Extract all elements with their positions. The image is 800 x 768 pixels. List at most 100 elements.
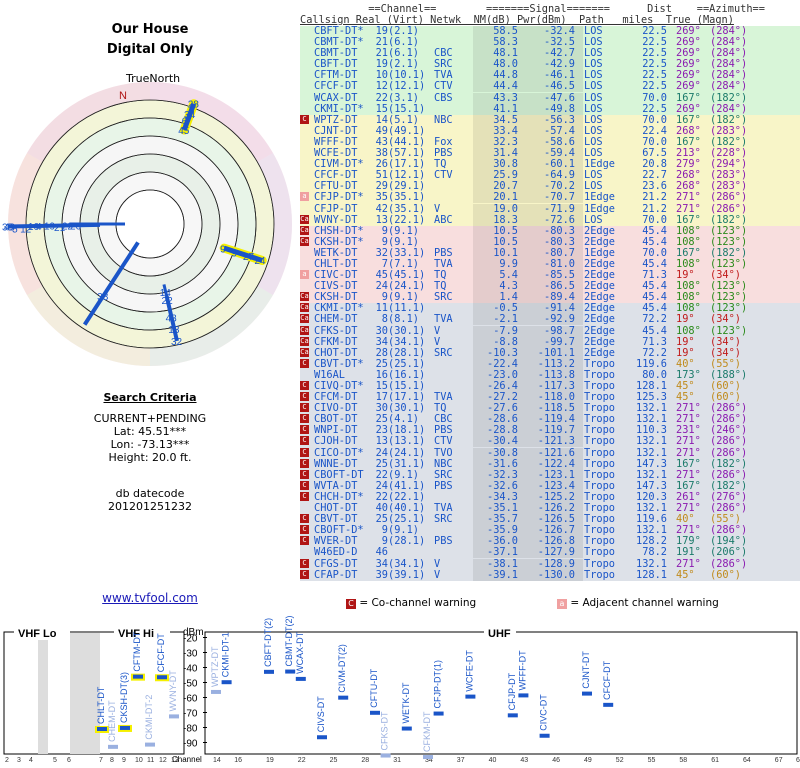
cell-virt: (34.1) <box>388 557 426 570</box>
cell-path: Tropo <box>584 568 615 581</box>
cell-nm: -30.4 <box>487 435 518 448</box>
radar-station-label: 5 <box>12 225 18 236</box>
cochannel-warning-icon: C <box>300 491 309 501</box>
bar-station-label: WCFE-DT <box>464 650 474 692</box>
cell-virt: (24.1) <box>388 446 426 459</box>
cochannel-warning-icon: C <box>346 599 356 609</box>
adjacent-warning-icon: a <box>557 599 567 609</box>
bar-station-label: CFJP-DT(1) <box>433 660 443 709</box>
cell-az: 271° <box>676 191 701 204</box>
cochannel-warning-icon: Ca <box>300 303 309 313</box>
cell-az: 167° <box>676 91 701 104</box>
cell-nm: -30.8 <box>487 446 518 459</box>
cell-call: CFKS-DT <box>314 324 358 337</box>
db-datecode-value: 201201251232 <box>108 500 192 513</box>
x-tick-label: 3 <box>17 757 21 764</box>
bar-station-label: CHEM-DT <box>107 700 117 742</box>
cell-path: 1Edge <box>584 202 615 215</box>
bar-station-label: CKSH-DT(3) <box>119 672 129 723</box>
cell-real: 35 <box>375 191 388 204</box>
cell-dist: 78.2 <box>642 546 667 559</box>
cell-net: PBS <box>434 479 453 492</box>
cell-virt: (35.1) <box>388 191 426 204</box>
x-tick-label: 8 <box>110 757 114 764</box>
x-tick-label: 31 <box>393 757 401 764</box>
cochannel-warning-icon: C <box>300 403 309 413</box>
cell-path: Tropo <box>584 546 615 559</box>
radar-station-label: 32 <box>171 337 183 348</box>
x-tick-label: 11 <box>147 757 154 764</box>
cochannel-warning-icon: C <box>300 458 309 468</box>
cell-nm: 43.3 <box>493 91 518 104</box>
signal-bar <box>380 753 391 758</box>
x-tick-label: 16 <box>234 757 242 764</box>
cell-nm: -2.1 <box>493 313 518 326</box>
cell-az: 191° <box>676 546 701 559</box>
table-row: W46ED-D 46 -37.1 -127.9 Tropo 78.2 191° (206°) <box>300 546 800 559</box>
website-link[interactable]: www.tvfool.com <box>50 592 250 605</box>
cell-nm: -37.1 <box>487 546 518 559</box>
cochannel-warning-icon: C <box>300 536 309 546</box>
cell-dist: 45.4 <box>642 324 667 337</box>
db-datecode-label: db datecode <box>115 487 185 500</box>
radar-station-label: 14 <box>160 288 172 299</box>
x-tick-label: 9 <box>122 757 126 764</box>
cell-dist: 132.1 <box>636 557 667 570</box>
signal-bar <box>264 669 274 674</box>
x-tick-label: 10 <box>135 757 143 764</box>
cochannel-warning-icon: Ca <box>300 336 309 346</box>
cell-mag: (206°) <box>710 546 748 559</box>
cell-net: V <box>434 324 441 337</box>
cell-pwr: -127.9 <box>537 546 575 559</box>
criteria-lon: Lon: -73.13*** <box>110 438 190 451</box>
cell-pwr: -71.9 <box>544 202 575 215</box>
bar-station-label: CFKS-DT <box>380 711 390 750</box>
cochannel-warning-icon: C <box>300 114 309 124</box>
y-tick-label: -30 <box>183 649 198 660</box>
bar-station-label: CFCF-DT <box>156 633 166 672</box>
radar-station-label: 24 <box>254 256 266 267</box>
table-row: C CICO-DT* 24 (24.1) TVO -30.8 -121.6 Tropo 132.… <box>300 446 800 459</box>
cell-real: 46 <box>375 546 388 559</box>
cochannel-warning-icon: Ca <box>300 225 309 235</box>
bar-station-label: CFKM-DT <box>422 711 432 752</box>
bar-station-label: CIVC-DT <box>539 694 549 731</box>
cell-real: 34 <box>375 557 388 570</box>
adjacent-legend-text: = Adjacent channel warning <box>570 597 719 609</box>
legend-adjacent: a = Adjacent channel warning <box>557 597 719 609</box>
cell-real: 42 <box>375 202 388 215</box>
radar-station-label: 9 <box>220 245 226 256</box>
cochannel-warning-icon: C <box>300 425 309 435</box>
cell-pwr: -130.0 <box>537 568 575 581</box>
table-row: CFCF-DT 12 (12.1) CTV 44.4 -46.5 LOS 22.5 269° (2… <box>300 81 800 93</box>
signal-bar <box>401 726 412 731</box>
adjacent-warning-icon: a <box>300 270 309 280</box>
cell-virt: (28.1) <box>388 535 426 548</box>
cell-real: 39 <box>375 568 388 581</box>
x-tick-label: 25 <box>330 757 338 764</box>
radar-station-label: 4 <box>36 222 42 233</box>
cell-mag: (60°) <box>710 568 741 581</box>
cochannel-warning-icon: Ca <box>300 214 309 224</box>
cell-net: TVO <box>434 446 453 459</box>
cell-path: LOS <box>584 91 603 104</box>
bar-station-label: CKMI-DT-1 <box>221 632 231 677</box>
cell-net: SRC <box>434 346 453 359</box>
x-tick-label: 55 <box>648 757 656 764</box>
cochannel-warning-icon: C <box>300 436 309 446</box>
gap-shade <box>38 633 48 754</box>
radar-station-label: 22 <box>62 221 74 232</box>
cell-dist: 21.2 <box>642 191 667 204</box>
cell-virt: (13.1) <box>388 435 426 448</box>
cell-mag: (286°) <box>710 191 748 204</box>
signal-bar <box>370 710 380 715</box>
bar-station-label: WPTZ-DT <box>210 646 220 687</box>
radar-station-label: 13 <box>168 325 180 336</box>
signal-bar <box>465 694 476 699</box>
cell-call: CJOH-DT <box>314 435 358 448</box>
x-tick-label: 2 <box>5 757 9 764</box>
cochannel-warning-icon: C <box>300 514 309 524</box>
bar-station-label: CFJP-DT <box>507 672 517 710</box>
cell-call: W46ED-D <box>314 546 358 559</box>
cell-pwr: -128.9 <box>537 557 575 570</box>
